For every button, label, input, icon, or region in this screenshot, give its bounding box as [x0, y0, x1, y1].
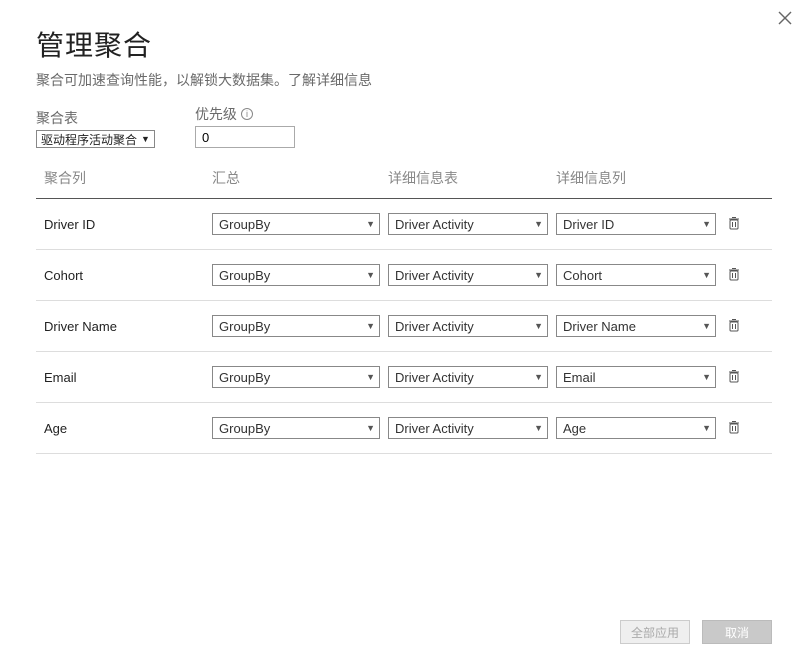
close-icon [778, 9, 792, 29]
detail-col-value: Age [563, 421, 586, 436]
trash-icon [727, 216, 741, 233]
agg-col-value: Email [44, 370, 204, 385]
close-button[interactable] [778, 10, 792, 28]
agg-table-label: 聚合表 [36, 108, 155, 128]
detail-col-value: Driver Name [563, 319, 636, 334]
priority-label-row: 优先级 i [195, 104, 295, 124]
agg-col-value: Driver Name [44, 319, 204, 334]
detail-table-select[interactable]: Driver Activity ▼ [388, 366, 548, 388]
agg-table-group: 聚合表 驱动程序活动聚合 ▼ [36, 108, 155, 148]
dialog-subtitle: 聚合可加速查询性能，以解锁大数据集。了解详细信息 [36, 70, 772, 90]
summary-select[interactable]: GroupBy ▼ [212, 264, 380, 286]
summary-select[interactable]: GroupBy ▼ [212, 366, 380, 388]
summary-select[interactable]: GroupBy ▼ [212, 417, 380, 439]
info-icon[interactable]: i [241, 108, 253, 120]
table-row: Driver IDGroupBy▼Driver Activity▼Driver … [36, 199, 772, 250]
detail-col-select[interactable]: Age ▼ [556, 417, 716, 439]
caret-down-icon: ▼ [702, 423, 711, 433]
cancel-button[interactable]: 取消 [702, 620, 772, 644]
caret-down-icon: ▼ [366, 219, 375, 229]
table-row: Age GroupBy ▼ Driver Activity ▼ Age ▼ [36, 403, 772, 454]
detail-col-value: Driver ID [563, 217, 614, 232]
summary-select[interactable]: GroupBy ▼ [212, 315, 380, 337]
agg-table-value: 驱动程序活动聚合 [41, 131, 137, 148]
priority-label: 优先级 [195, 104, 237, 124]
table-header-row: 聚合列 汇总 详细信息表 详细信息列 [36, 160, 772, 199]
detail-table-select[interactable]: Driver Activity ▼ [388, 213, 548, 235]
summary-value: GroupBy [219, 370, 270, 385]
agg-col-value: Driver ID [44, 217, 204, 232]
detail-col-select[interactable]: Driver ID ▼ [556, 213, 716, 235]
caret-down-icon: ▼ [534, 270, 543, 280]
detail-table-select[interactable]: Driver Activity ▼ [388, 417, 548, 439]
caret-down-icon: ▼ [534, 372, 543, 382]
table-scroll[interactable]: 聚合列 汇总 详细信息表 详细信息列 Driver IDGroupBy▼Driv… [36, 160, 772, 610]
trash-icon [727, 420, 741, 437]
caret-down-icon: ▼ [366, 372, 375, 382]
delete-row-button[interactable] [724, 265, 744, 285]
trash-icon [727, 318, 741, 335]
summary-select[interactable]: GroupBy ▼ [212, 213, 380, 235]
dialog-title: 管理聚合 [36, 24, 772, 64]
caret-down-icon: ▼ [366, 270, 375, 280]
controls-row: 聚合表 驱动程序活动聚合 ▼ 优先级 i [36, 104, 772, 148]
detail-table-select[interactable]: Driver Activity ▼ [388, 264, 548, 286]
delete-row-button[interactable] [724, 214, 744, 234]
caret-down-icon: ▼ [141, 134, 150, 144]
caret-down-icon: ▼ [702, 321, 711, 331]
agg-col-value: Age [44, 421, 204, 436]
detail-table-value: Driver Activity [395, 370, 474, 385]
delete-row-button[interactable] [724, 367, 744, 387]
caret-down-icon: ▼ [366, 423, 375, 433]
detail-col-value: Cohort [563, 268, 602, 283]
detail-col-select[interactable]: Driver Name ▼ [556, 315, 716, 337]
summary-value: GroupBy [219, 421, 270, 436]
manage-aggregations-dialog: 管理聚合 聚合可加速查询性能，以解锁大数据集。了解详细信息 聚合表 驱动程序活动… [0, 0, 808, 658]
header-summary: 汇总 [212, 168, 380, 188]
header-detail-col: 详细信息列 [556, 168, 716, 188]
apply-all-button[interactable]: 全部应用 [620, 620, 690, 644]
caret-down-icon: ▼ [702, 219, 711, 229]
table-row: Driver NameGroupBy▼Driver Activity▼Drive… [36, 301, 772, 352]
table-row: Email GroupBy ▼ Driver Activity ▼ Email ▼ [36, 352, 772, 403]
summary-value: GroupBy [219, 217, 270, 232]
detail-table-value: Driver Activity [395, 319, 474, 334]
rows-container: Driver IDGroupBy▼Driver Activity▼Driver … [36, 199, 772, 454]
detail-table-value: Driver Activity [395, 421, 474, 436]
dialog-footer: 全部应用 取消 [36, 610, 772, 644]
detail-table-value: Driver Activity [395, 268, 474, 283]
summary-value: GroupBy [219, 319, 270, 334]
priority-group: 优先级 i [195, 104, 295, 148]
summary-value: GroupBy [219, 268, 270, 283]
caret-down-icon: ▼ [366, 321, 375, 331]
detail-col-value: Email [563, 370, 596, 385]
table-row: Cohort GroupBy ▼ Driver Activity ▼ Cohort ▼ [36, 250, 772, 301]
caret-down-icon: ▼ [702, 372, 711, 382]
agg-col-value: Cohort [44, 268, 204, 283]
detail-col-select[interactable]: Email ▼ [556, 366, 716, 388]
detail-table-value: Driver Activity [395, 217, 474, 232]
header-detail-table: 详细信息表 [388, 168, 548, 188]
delete-row-button[interactable] [724, 316, 744, 336]
delete-row-button[interactable] [724, 418, 744, 438]
trash-icon [727, 369, 741, 386]
caret-down-icon: ▼ [534, 321, 543, 331]
priority-input[interactable] [195, 126, 295, 148]
detail-col-select[interactable]: Cohort ▼ [556, 264, 716, 286]
caret-down-icon: ▼ [534, 219, 543, 229]
caret-down-icon: ▼ [702, 270, 711, 280]
aggregation-table: 聚合列 汇总 详细信息表 详细信息列 Driver IDGroupBy▼Driv… [36, 160, 772, 610]
caret-down-icon: ▼ [534, 423, 543, 433]
header-agg-col: 聚合列 [44, 168, 204, 188]
detail-table-select[interactable]: Driver Activity ▼ [388, 315, 548, 337]
trash-icon [727, 267, 741, 284]
agg-table-select[interactable]: 驱动程序活动聚合 ▼ [36, 130, 155, 148]
